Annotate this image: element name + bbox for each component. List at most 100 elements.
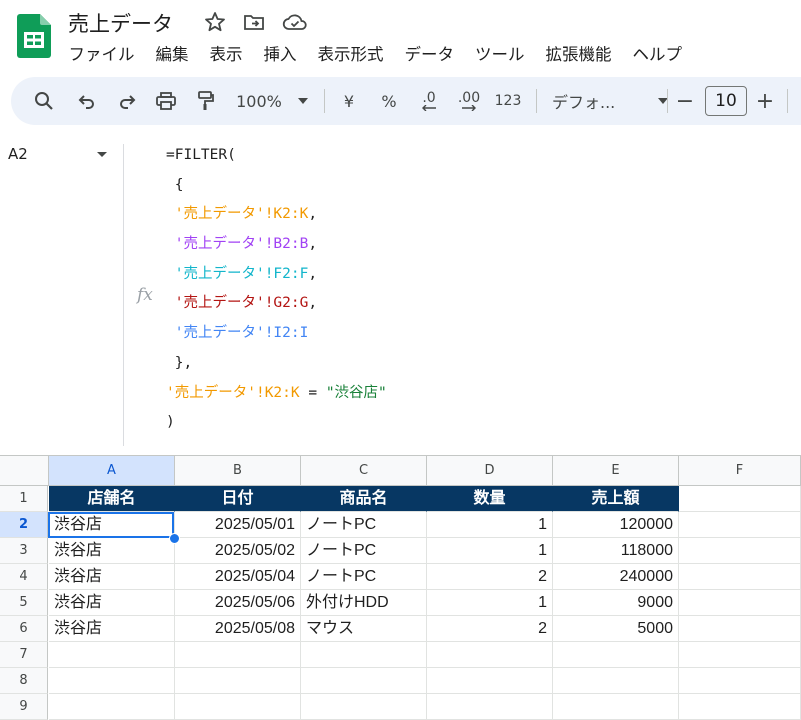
cell-c9[interactable] [301,694,427,720]
cell-d4[interactable]: 2 [427,564,553,590]
cell-a6[interactable]: 渋谷店 [49,616,175,642]
row-header-4[interactable]: 4 [0,564,48,590]
menu-extensions[interactable]: 拡張機能 [535,40,622,70]
font-size-increase-button[interactable]: + [755,77,775,125]
cell-b8[interactable] [175,668,301,694]
font-size-decrease-button[interactable]: − [675,77,695,125]
cell-c5[interactable]: 外付けHDD [301,590,427,616]
row-header-5[interactable]: 5 [0,590,48,616]
percent-format-button[interactable]: % [378,77,400,125]
cell-b5[interactable]: 2025/05/06 [175,590,301,616]
decrease-decimal-button[interactable]: .0 [416,77,442,125]
menu-file[interactable]: ファイル [58,40,145,70]
star-icon[interactable] [203,10,229,36]
row-header-8[interactable]: 8 [0,668,48,694]
search-menus-icon[interactable] [31,77,57,125]
cell-e5[interactable]: 9000 [553,590,679,616]
cell-b1[interactable]: 日付 [175,486,301,512]
cell-d5[interactable]: 1 [427,590,553,616]
fill-handle[interactable] [169,533,180,544]
menu-view[interactable]: 表示 [199,40,253,70]
menu-format[interactable]: 表示形式 [307,40,394,70]
cell-e4[interactable]: 240000 [553,564,679,590]
cell-e9[interactable] [553,694,679,720]
cell-a2[interactable]: 渋谷店 [49,512,175,538]
cell-a5[interactable]: 渋谷店 [49,590,175,616]
cell-a7[interactable] [49,642,175,668]
cell-c8[interactable] [301,668,427,694]
increase-decimal-button[interactable]: .00 [454,77,484,125]
cell-b7[interactable] [175,642,301,668]
column-header-a[interactable]: A [49,456,175,486]
row-header-2[interactable]: 2 [0,512,48,538]
menu-insert[interactable]: 挿入 [253,40,307,70]
name-box[interactable]: A2 [0,138,122,448]
undo-icon[interactable] [74,77,100,125]
cell-d7[interactable] [427,642,553,668]
cell-f3[interactable] [679,538,801,564]
zoom-select[interactable]: 100% [231,77,287,125]
cloud-saved-icon[interactable] [282,10,308,36]
cell-a9[interactable] [49,694,175,720]
menu-edit[interactable]: 編集 [145,40,199,70]
column-header-d[interactable]: D [427,456,553,486]
name-box-caret-icon[interactable] [97,152,107,157]
cell-c1[interactable]: 商品名 [301,486,427,512]
cell-e8[interactable] [553,668,679,694]
cell-a4[interactable]: 渋谷店 [49,564,175,590]
column-header-b[interactable]: B [175,456,301,486]
cell-f8[interactable] [679,668,801,694]
cell-c6[interactable]: マウス [301,616,427,642]
currency-format-button[interactable]: ¥ [339,77,359,125]
move-folder-icon[interactable] [242,10,268,36]
column-header-c[interactable]: C [301,456,427,486]
cell-e3[interactable]: 118000 [553,538,679,564]
row-header-9[interactable]: 9 [0,694,48,720]
cell-c2[interactable]: ノートPC [301,512,427,538]
cell-d8[interactable] [427,668,553,694]
document-title[interactable]: 売上データ [68,8,173,38]
cell-b4[interactable]: 2025/05/04 [175,564,301,590]
cell-e6[interactable]: 5000 [553,616,679,642]
print-icon[interactable] [153,77,179,125]
menu-data[interactable]: データ [394,40,465,70]
cell-d9[interactable] [427,694,553,720]
cell-f4[interactable] [679,564,801,590]
menu-help[interactable]: ヘルプ [622,40,693,70]
cell-b6[interactable]: 2025/05/08 [175,616,301,642]
row-header-3[interactable]: 3 [0,538,48,564]
cell-f1[interactable] [679,486,801,512]
row-header-7[interactable]: 7 [0,642,48,668]
cell-c3[interactable]: ノートPC [301,538,427,564]
redo-icon[interactable] [114,77,140,125]
zoom-caret-icon[interactable] [296,77,310,125]
cell-b2[interactable]: 2025/05/01 [175,512,301,538]
cell-d6[interactable]: 2 [427,616,553,642]
font-size-input[interactable]: 10 [705,86,747,116]
row-header-1[interactable]: 1 [0,486,48,512]
cell-f6[interactable] [679,616,801,642]
column-header-e[interactable]: E [553,456,679,486]
cell-e1[interactable]: 売上額 [553,486,679,512]
cell-b9[interactable] [175,694,301,720]
sheets-logo-icon[interactable] [17,14,51,58]
cell-c4[interactable]: ノートPC [301,564,427,590]
menu-tools[interactable]: ツール [465,40,536,70]
row-header-6[interactable]: 6 [0,616,48,642]
cell-e2[interactable]: 120000 [553,512,679,538]
select-all-corner[interactable] [0,456,49,486]
cell-f7[interactable] [679,642,801,668]
cell-f9[interactable] [679,694,801,720]
cell-f2[interactable] [679,512,801,538]
cell-a8[interactable] [49,668,175,694]
formula-input[interactable]: =FILTER( { '売上データ'!K2:K, '売上データ'!B2:B, '… [166,141,387,438]
cell-c7[interactable] [301,642,427,668]
cell-b3[interactable]: 2025/05/02 [175,538,301,564]
font-family-select[interactable]: デフォ... [548,77,668,125]
cell-a3[interactable]: 渋谷店 [49,538,175,564]
paint-format-icon[interactable] [193,77,219,125]
number-format-button[interactable]: 123 [493,77,523,125]
column-header-f[interactable]: F [679,456,801,486]
cell-d1[interactable]: 数量 [427,486,553,512]
cell-a1[interactable]: 店舗名 [49,486,175,512]
